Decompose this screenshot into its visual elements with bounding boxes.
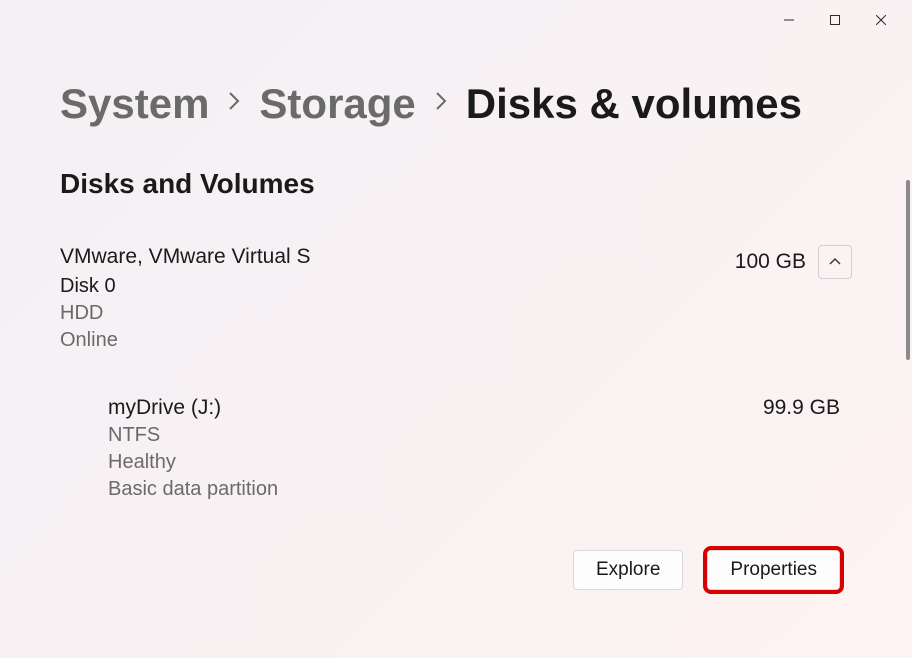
breadcrumb-current: Disks & volumes	[466, 80, 802, 128]
volume-name: myDrive (J:)	[108, 396, 278, 420]
disk-header[interactable]: VMware, VMware Virtual S Disk 0 HDD Onli…	[60, 245, 852, 356]
maximize-icon	[830, 15, 840, 25]
volume-size: 99.9 GB	[763, 396, 852, 420]
disk-id: Disk 0	[60, 275, 311, 298]
minimize-icon	[784, 15, 794, 25]
chevron-right-icon	[227, 90, 241, 118]
volume-filesystem: NTFS	[108, 424, 278, 447]
volume-header[interactable]: myDrive (J:) NTFS Healthy Basic data par…	[108, 396, 852, 505]
disk-status: Online	[60, 329, 311, 352]
breadcrumb-storage[interactable]: Storage	[259, 80, 415, 128]
page-title: Disks and Volumes	[60, 168, 852, 200]
disk-size: 100 GB	[735, 250, 806, 274]
disk-item: VMware, VMware Virtual S Disk 0 HDD Onli…	[60, 245, 852, 590]
chevron-right-icon	[434, 90, 448, 118]
volume-item: myDrive (J:) NTFS Healthy Basic data par…	[60, 396, 852, 590]
breadcrumb-system[interactable]: System	[60, 80, 209, 128]
collapse-button[interactable]	[818, 245, 852, 279]
volume-health: Healthy	[108, 451, 278, 474]
chevron-up-icon	[828, 255, 842, 269]
settings-window: System Storage Disks & volumes Disks and…	[0, 0, 912, 658]
disk-type: HDD	[60, 302, 311, 325]
disk-name: VMware, VMware Virtual S	[60, 245, 311, 269]
close-icon	[876, 15, 886, 25]
volume-partition: Basic data partition	[108, 478, 278, 501]
explore-button[interactable]: Explore	[573, 550, 683, 590]
window-titlebar	[0, 0, 912, 40]
breadcrumb: System Storage Disks & volumes	[60, 80, 852, 128]
scrollbar-thumb[interactable]	[906, 180, 910, 360]
close-button[interactable]	[858, 4, 904, 36]
content-area: System Storage Disks & volumes Disks and…	[0, 40, 912, 590]
minimize-button[interactable]	[766, 4, 812, 36]
maximize-button[interactable]	[812, 4, 858, 36]
volume-actions: Explore Properties	[108, 550, 852, 590]
properties-button[interactable]: Properties	[707, 550, 840, 590]
